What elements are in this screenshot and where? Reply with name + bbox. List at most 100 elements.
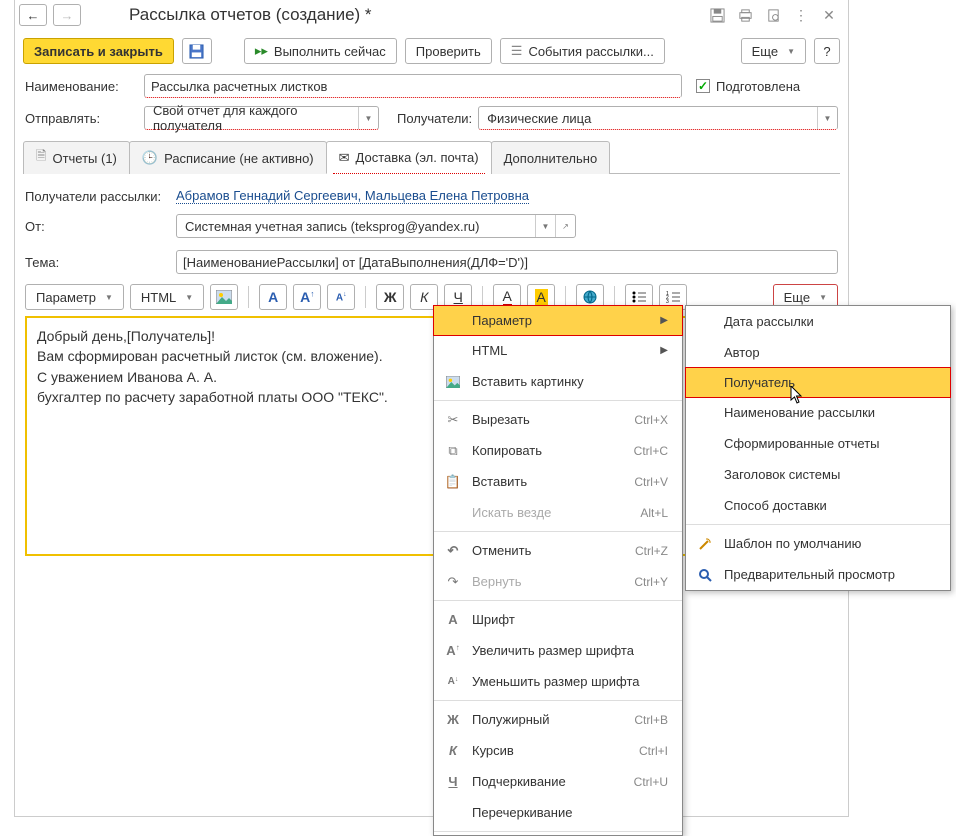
- ctx-cut[interactable]: ✂ Вырезать Ctrl+X: [434, 404, 682, 435]
- ctx-italic-label: Курсив: [472, 743, 629, 758]
- decrease-font-button[interactable]: А↓: [327, 284, 355, 310]
- mail-recipients-label: Получатели рассылки:: [25, 189, 170, 204]
- forward-button[interactable]: →: [53, 4, 81, 26]
- ctx-dec-font[interactable]: А↓ Уменьшить размер шрифта: [434, 666, 682, 697]
- font-button[interactable]: А: [259, 284, 287, 310]
- tab-delivery-label: Доставка (эл. почта): [356, 150, 479, 165]
- ctx-strike-label: Перечеркивание: [472, 805, 668, 820]
- save-icon[interactable]: [706, 4, 728, 26]
- paste-icon: 📋: [444, 474, 462, 490]
- ctx2-name[interactable]: Наименование рассылки: [686, 397, 950, 428]
- ctx-italic[interactable]: К Курсив Ctrl+I: [434, 735, 682, 766]
- name-input[interactable]: Рассылка расчетных листков: [144, 74, 682, 98]
- chevron-right-icon: ▶: [660, 345, 668, 356]
- ctx-underline-shortcut: Ctrl+U: [634, 775, 668, 789]
- ctx-paste[interactable]: 📋 Вставить Ctrl+V: [434, 466, 682, 497]
- font-a-icon: А: [444, 612, 462, 627]
- send-select[interactable]: Свой отчет для каждого получателя ▼: [144, 106, 379, 130]
- context-submenu-parameter: Дата рассылки Автор Получатель Наименова…: [685, 305, 951, 591]
- increase-font-button[interactable]: А↑: [293, 284, 321, 310]
- tab-reports[interactable]: 🗎 Отчеты (1): [23, 141, 130, 174]
- ctx2-author[interactable]: Автор: [686, 337, 950, 368]
- mail-recipients-link[interactable]: Абрамов Геннадий Сергеевич, Мальцева Еле…: [176, 188, 529, 204]
- more-icon[interactable]: ⋮: [790, 4, 812, 26]
- tab-schedule[interactable]: 🕒 Расписание (не активно): [129, 141, 327, 174]
- ctx-insert-image[interactable]: Вставить картинку: [434, 366, 682, 397]
- send-row: Отправлять: Свой отчет для каждого получ…: [15, 102, 848, 134]
- ctx-cut-label: Вырезать: [472, 412, 624, 427]
- separator: [434, 400, 682, 401]
- ctx-bold[interactable]: Ж Полужирный Ctrl+B: [434, 704, 682, 735]
- ctx2-delivery-method[interactable]: Способ доставки: [686, 490, 950, 521]
- bold-icon: Ж: [444, 712, 462, 727]
- ctx-copy[interactable]: ⧉ Копировать Ctrl+C: [434, 435, 682, 466]
- save-and-close-button[interactable]: Записать и закрыть: [23, 38, 174, 64]
- list-icon: ☰: [511, 43, 523, 59]
- ctx-inc-font[interactable]: А↑ Увеличить размер шрифта: [434, 635, 682, 666]
- ctx-font[interactable]: А Шрифт: [434, 604, 682, 635]
- ctx-paste-shortcut: Ctrl+V: [634, 475, 668, 489]
- separator: [434, 600, 682, 601]
- ctx-param-label: Параметр: [472, 313, 650, 328]
- ctx2-author-label: Автор: [724, 345, 936, 360]
- prepared-checkbox[interactable]: ✓: [696, 79, 710, 93]
- parameter-button[interactable]: Параметр ▼: [25, 284, 124, 310]
- tab-delivery[interactable]: ✉ Доставка (эл. почта): [326, 141, 492, 174]
- execute-now-button[interactable]: ▸▸ Выполнить сейчас: [244, 38, 397, 64]
- ctx-copy-label: Копировать: [472, 443, 624, 458]
- tab-additional-label: Дополнительно: [504, 151, 598, 166]
- print-icon[interactable]: [734, 4, 756, 26]
- font-dec-icon: А↓: [444, 676, 462, 687]
- ctx2-date[interactable]: Дата рассылки: [686, 306, 950, 337]
- html-button[interactable]: HTML ▼: [130, 284, 204, 310]
- parameter-label: Параметр: [36, 290, 96, 305]
- ctx2-preview-label: Предварительный просмотр: [724, 567, 936, 582]
- chevron-down-icon[interactable]: ▼: [817, 107, 837, 129]
- reports-icon: 🗎: [36, 147, 46, 169]
- ctx2-recipient[interactable]: Получатель: [685, 367, 951, 398]
- play-icon: ▸▸: [255, 43, 268, 59]
- undo-icon: ↶: [444, 543, 462, 559]
- underline-icon: Ч: [444, 774, 462, 789]
- ctx-paste-label: Вставить: [472, 474, 624, 489]
- redo-icon: ↷: [444, 574, 462, 590]
- ctx2-system-title[interactable]: Заголовок системы: [686, 459, 950, 490]
- ctx-strike[interactable]: Перечеркивание: [434, 797, 682, 828]
- tab-reports-label: Отчеты (1): [52, 151, 116, 166]
- from-select[interactable]: Системная учетная запись (teksprog@yande…: [176, 214, 576, 238]
- close-icon[interactable]: ✕: [818, 4, 840, 26]
- recipients-select[interactable]: Физические лица ▼: [478, 106, 838, 130]
- ctx2-preview[interactable]: Предварительный просмотр: [686, 559, 950, 590]
- chevron-down-icon[interactable]: ▼: [535, 215, 555, 237]
- chevron-down-icon: ▼: [819, 293, 827, 302]
- subject-label: Тема:: [25, 255, 170, 270]
- ctx-redo[interactable]: ↷ Вернуть Ctrl+Y: [434, 566, 682, 597]
- open-icon[interactable]: ↗: [555, 215, 575, 237]
- more-label: Еще: [752, 44, 778, 59]
- help-button[interactable]: ?: [814, 38, 840, 64]
- chevron-down-icon: ▼: [105, 293, 113, 302]
- chevron-down-icon[interactable]: ▼: [358, 107, 378, 129]
- ctx2-reports[interactable]: Сформированные отчеты: [686, 428, 950, 459]
- check-button[interactable]: Проверить: [405, 38, 492, 64]
- ctx-html[interactable]: HTML ▶: [434, 335, 682, 366]
- separator: [686, 524, 950, 525]
- back-button[interactable]: ←: [19, 4, 47, 26]
- ctx-find[interactable]: Искать везде Alt+L: [434, 497, 682, 528]
- bold-button[interactable]: Ж: [376, 284, 404, 310]
- insert-image-button[interactable]: [210, 284, 238, 310]
- subject-input[interactable]: [НаименованиеРассылки] от [ДатаВыполнени…: [176, 250, 838, 274]
- more-button[interactable]: Еще ▼: [741, 38, 806, 64]
- ctx2-default-template[interactable]: Шаблон по умолчанию: [686, 528, 950, 559]
- separator: [434, 700, 682, 701]
- window-title: Рассылка отчетов (создание) *: [129, 5, 372, 25]
- ctx-undo[interactable]: ↶ Отменить Ctrl+Z: [434, 535, 682, 566]
- ctx-copy-shortcut: Ctrl+C: [634, 444, 668, 458]
- save-button[interactable]: [182, 38, 212, 64]
- preview-icon[interactable]: [762, 4, 784, 26]
- events-button[interactable]: ☰ События рассылки...: [500, 38, 665, 64]
- ctx-underline[interactable]: Ч Подчеркивание Ctrl+U: [434, 766, 682, 797]
- ctx-param[interactable]: Параметр ▶: [433, 305, 683, 336]
- tab-additional[interactable]: Дополнительно: [491, 141, 611, 174]
- search-icon: [696, 568, 714, 582]
